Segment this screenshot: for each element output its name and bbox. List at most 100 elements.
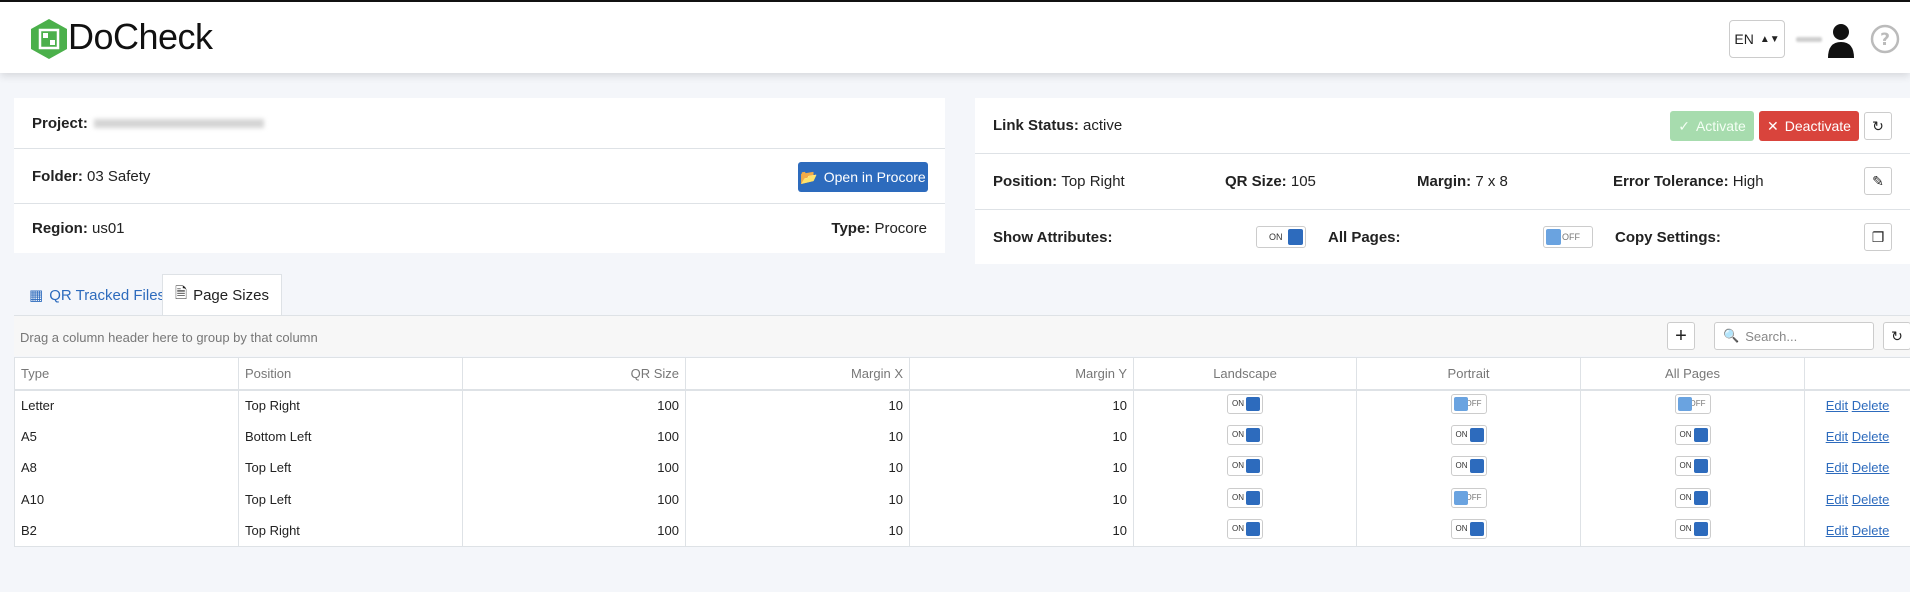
cell-all-pages: ON xyxy=(1580,420,1805,453)
table-row[interactable]: A8 Top Left 100 10 10 ON ON ON Edit Delete xyxy=(14,452,1910,484)
cell-actions: Edit Delete xyxy=(1804,515,1910,547)
project-panel: Project: Folder: 03 Safety 📂 Open in Pro… xyxy=(14,98,945,253)
toggle-state: OFF xyxy=(1562,232,1580,242)
activate-button[interactable]: ✓ Activate xyxy=(1670,111,1754,141)
landscape-toggle[interactable]: ON xyxy=(1227,456,1263,477)
open-in-procore-button[interactable]: 📂 Open in Procore xyxy=(798,162,928,192)
toggle-knob xyxy=(1693,522,1708,536)
copy-settings-button[interactable]: ❐ xyxy=(1864,223,1892,251)
toggle-state: ON xyxy=(1232,430,1244,440)
toggle-state: ON xyxy=(1232,461,1244,471)
landscape-toggle[interactable]: ON xyxy=(1227,519,1263,539)
cell-landscape: ON xyxy=(1133,483,1357,516)
edit-link[interactable]: Edit xyxy=(1826,523,1848,538)
refresh-status-button[interactable]: ↻ xyxy=(1864,112,1892,140)
language-select[interactable]: EN ▲▼ xyxy=(1729,20,1785,58)
cell-type: A8 xyxy=(14,452,239,484)
tab-page-sizes[interactable]: 🗎 Page Sizes xyxy=(162,274,282,316)
cell-qr-size: 100 xyxy=(462,420,686,453)
pencil-icon: ✎ xyxy=(1872,172,1884,189)
table-row[interactable]: B2 Top Right 100 10 10 ON ON ON Edit Delete xyxy=(14,515,1910,547)
help-icon[interactable]: ? xyxy=(1870,24,1900,54)
deactivate-button[interactable]: ✕ Deactivate xyxy=(1759,111,1859,141)
edit-link[interactable]: Edit xyxy=(1826,492,1848,507)
cell-portrait: ON xyxy=(1356,452,1581,484)
toggle-state: ON xyxy=(1455,461,1468,471)
delete-link[interactable]: Delete xyxy=(1852,523,1890,538)
column-header-landscape[interactable]: Landscape xyxy=(1133,357,1357,391)
show-attributes-toggle[interactable]: ON xyxy=(1256,226,1306,248)
cell-margin-x: 10 xyxy=(685,483,910,516)
table-row[interactable]: A5 Bottom Left 100 10 10 ON ON ON Edit Delete xyxy=(14,420,1910,453)
toggle-knob xyxy=(1246,428,1260,443)
grid-refresh-button[interactable]: ↻ xyxy=(1883,322,1910,350)
edit-link[interactable]: Edit xyxy=(1826,460,1848,475)
portrait-toggle[interactable]: ON xyxy=(1450,519,1487,539)
column-header-type[interactable]: Type xyxy=(14,357,239,391)
all-pages-toggle[interactable]: OFF xyxy=(1674,394,1711,415)
link-settings-panel: Link Status: active ✓ Activate ✕ Deactiv… xyxy=(975,98,1910,264)
portrait-toggle[interactable]: ON xyxy=(1450,425,1487,446)
table-row[interactable]: Letter Top Right 100 10 10 ON OFF OFF Edit Delet… xyxy=(14,389,1910,421)
toggle-knob xyxy=(1246,522,1260,536)
group-drop-hint[interactable]: Drag a column header here to group by th… xyxy=(20,330,318,345)
toggle-state: ON xyxy=(1679,524,1692,533)
add-row-button[interactable]: + xyxy=(1667,322,1695,350)
column-header-qr-size[interactable]: QR Size xyxy=(462,357,686,391)
page-sizes-table: Type Position QR Size Margin X Margin Y … xyxy=(14,357,1910,547)
toggle-knob xyxy=(1469,459,1484,474)
column-header-actions xyxy=(1804,357,1910,391)
column-header-margin-y[interactable]: Margin Y xyxy=(909,357,1134,391)
all-pages-toggle[interactable]: OFF xyxy=(1543,226,1593,248)
cell-margin-x: 10 xyxy=(685,420,910,453)
project-row: Project: xyxy=(14,98,945,148)
brand-name[interactable]: DoCheck xyxy=(68,16,213,58)
delete-link[interactable]: Delete xyxy=(1852,460,1890,475)
toggle-knob xyxy=(1246,459,1260,474)
landscape-toggle[interactable]: ON xyxy=(1227,425,1263,446)
all-pages-toggle[interactable]: ON xyxy=(1674,456,1711,477)
search-input[interactable]: 🔍 Search... xyxy=(1714,322,1874,350)
deactivate-label: Deactivate xyxy=(1784,118,1851,134)
app-header: DoCheck EN ▲▼ ? xyxy=(0,0,1910,73)
portrait-toggle[interactable]: OFF xyxy=(1450,394,1487,415)
cell-type: A5 xyxy=(14,420,239,453)
column-header-portrait[interactable]: Portrait xyxy=(1356,357,1581,391)
edit-link[interactable]: Edit xyxy=(1826,429,1848,444)
all-pages-toggle[interactable]: ON xyxy=(1674,487,1711,508)
portrait-toggle[interactable]: OFF xyxy=(1450,487,1487,508)
delete-link[interactable]: Delete xyxy=(1852,429,1890,444)
column-header-all-pages[interactable]: All Pages xyxy=(1580,357,1805,391)
edit-link[interactable]: Edit xyxy=(1826,398,1848,413)
grid-icon: ▦ xyxy=(29,287,44,304)
project-name-redacted xyxy=(93,118,264,128)
refresh-icon: ↻ xyxy=(1872,117,1884,134)
toggle-state: OFF xyxy=(1465,492,1482,502)
cell-type: Letter xyxy=(14,389,239,421)
user-icon[interactable] xyxy=(1826,22,1856,58)
column-header-position[interactable]: Position xyxy=(238,357,463,391)
toggle-knob xyxy=(1469,522,1484,536)
portrait-toggle[interactable]: ON xyxy=(1450,456,1487,477)
landscape-toggle[interactable]: ON xyxy=(1227,394,1263,415)
delete-link[interactable]: Delete xyxy=(1852,398,1890,413)
toggle-state: ON xyxy=(1232,492,1244,502)
cell-margin-y: 10 xyxy=(909,483,1134,516)
column-header-margin-x[interactable]: Margin X xyxy=(685,357,910,391)
table-row[interactable]: A10 Top Left 100 10 10 ON OFF ON Edit Delete xyxy=(14,483,1910,516)
delete-link[interactable]: Delete xyxy=(1852,492,1890,507)
docheck-logo-icon[interactable] xyxy=(28,18,70,60)
tab-qr-tracked-files[interactable]: ▦ QR Tracked Files xyxy=(17,274,177,316)
all-pages-toggle[interactable]: ON xyxy=(1674,519,1711,539)
landscape-toggle[interactable]: ON xyxy=(1227,487,1263,508)
username-redacted xyxy=(1796,37,1822,42)
region-label: Region: xyxy=(32,220,88,237)
all-pages-toggle[interactable]: ON xyxy=(1674,425,1711,446)
toggle-state: OFF xyxy=(1465,399,1482,409)
toggle-state: ON xyxy=(1232,399,1244,409)
cell-qr-size: 100 xyxy=(462,483,686,516)
svg-text:?: ? xyxy=(1880,30,1890,50)
edit-settings-button[interactable]: ✎ xyxy=(1864,167,1892,195)
copy-settings-label: Copy Settings: xyxy=(1615,228,1721,246)
attributes-row: Show Attributes: ON All Pages: OFF Copy … xyxy=(975,209,1910,264)
